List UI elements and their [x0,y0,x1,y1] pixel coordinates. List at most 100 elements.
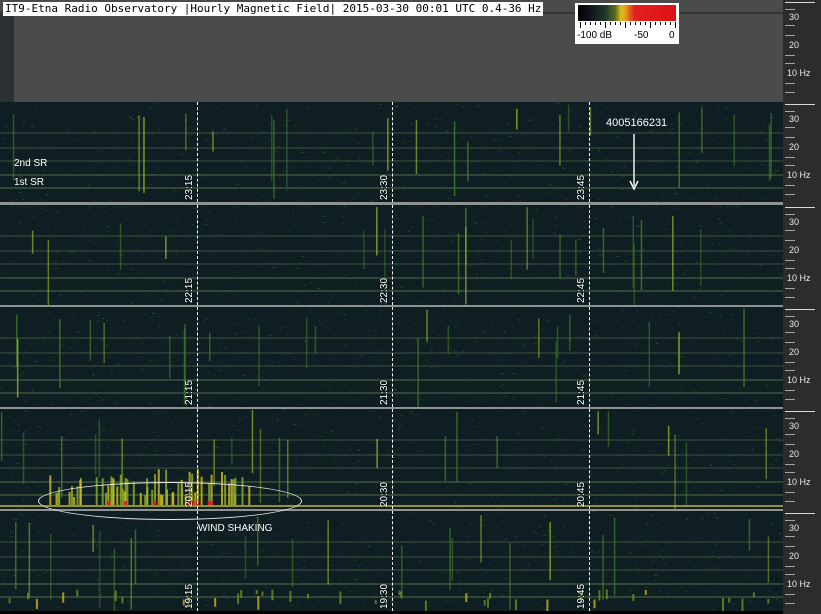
scale-tick [785,536,795,537]
scale-band: 30 20 10 Hz [783,0,821,102]
time-label: 19:45 [576,583,587,609]
time-marker-line [589,409,590,509]
time-marker-line [197,102,198,202]
scale-tick [785,316,795,317]
scale-tick [785,137,795,138]
time-marker-line [589,511,590,611]
time-label: 23:45 [576,174,587,200]
colorbar-label-min: -100 dB [577,30,613,41]
scale-tick [785,55,795,56]
scale-tick [785,297,795,298]
scale-label: 30 [789,319,800,329]
scale-tick [785,444,795,445]
colorbar-ticks [578,22,676,28]
scale-label: 20 [789,449,800,459]
time-marker-line [589,205,590,305]
scale-tick [785,268,795,269]
scale-tick [785,603,795,604]
scale-separator [785,411,815,412]
scale-label: 10 Hz [787,375,811,385]
scale-tick [785,25,795,26]
scale-label: 10 Hz [787,170,811,180]
scale-tick [785,472,795,473]
scale-band: 30 20 10 Hz [783,307,821,409]
scale-tick [785,230,795,231]
scale-tick [785,362,795,363]
scale-tick [785,92,795,93]
header-area: IT9-Etna Radio Observatory |Hourly Magne… [0,0,783,102]
time-label: 19:30 [379,583,390,609]
scale-label: 10 Hz [787,579,811,589]
scale-tick [785,9,795,10]
scale-tick [785,35,795,36]
scale-separator [785,309,815,310]
time-marker-line [392,102,393,202]
time-label: 20:30 [379,481,390,507]
scale-tick [785,260,795,261]
scale-tick [785,63,795,64]
scale-separator [785,2,815,3]
first-sr-label: 1st SR [14,177,45,188]
wind-shaking-label: WIND SHAKING [198,523,273,534]
frequency-scale: 30 20 10 Hz 30 20 10 Hz 30 20 10 Hz 30 20 10 Hz 30 20… [783,0,821,614]
time-marker-line [197,307,198,407]
second-sr-label: 2nd SR [14,158,48,169]
scale-label: 10 Hz [787,273,811,283]
colorbar-legend: -100 dB -50 0 [575,3,679,44]
scale-tick [785,332,795,333]
spectrogram-window: IT9-Etna Radio Observatory |Hourly Magne… [0,0,821,614]
id-number-label: 4005166231 [606,117,668,129]
scale-tick [785,214,795,215]
time-label: 22:30 [379,277,390,303]
colorbar-label-max: 0 [669,30,675,41]
scale-label: 30 [789,114,800,124]
scale-tick [785,342,795,343]
scale-label: 20 [789,142,800,152]
scale-band: 30 20 10 Hz [783,102,821,204]
time-label: 19:15 [184,583,195,609]
scale-label: 20 [789,551,800,561]
scale-label: 30 [789,217,800,227]
scale-tick [785,83,795,84]
time-label: 22:45 [576,277,587,303]
scale-label: 10 Hz [787,68,811,78]
down-arrow-icon [629,134,639,191]
scale-tick [785,390,795,391]
scale-label: 10 Hz [787,477,811,487]
header-left-strip [0,14,14,102]
scale-label: 30 [789,421,800,431]
time-marker-line [589,307,590,407]
scale-separator [785,207,815,208]
scale-tick [785,501,795,502]
time-marker-line [589,102,590,202]
time-label: 23:15 [184,174,195,200]
time-marker-line [392,205,393,305]
scale-tick [785,574,795,575]
scale-tick [785,492,795,493]
scale-label: 30 [789,12,800,22]
wind-shaking-ellipse [38,482,302,520]
time-label: 22:15 [184,277,195,303]
time-label: 23:30 [379,174,390,200]
scale-tick [785,111,795,112]
scale-tick [785,566,795,567]
scale-separator [785,104,815,105]
scale-tick [785,127,795,128]
scale-label: 20 [789,245,800,255]
scale-tick [785,157,795,158]
scale-separator [785,513,815,514]
time-label: 21:45 [576,379,587,405]
time-label: 21:15 [184,379,195,405]
scale-label: 30 [789,523,800,533]
colorbar-gradient [578,5,676,21]
scale-tick [785,434,795,435]
scale-tick [785,594,795,595]
scale-tick [785,185,795,186]
scale-tick [785,370,795,371]
scale-tick [785,165,795,166]
colorbar-label-mid: -50 [634,30,649,41]
time-marker-line [392,307,393,407]
time-label: 21:30 [379,379,390,405]
scale-band: 30 20 10 Hz [783,511,821,613]
scale-label: 20 [789,347,800,357]
